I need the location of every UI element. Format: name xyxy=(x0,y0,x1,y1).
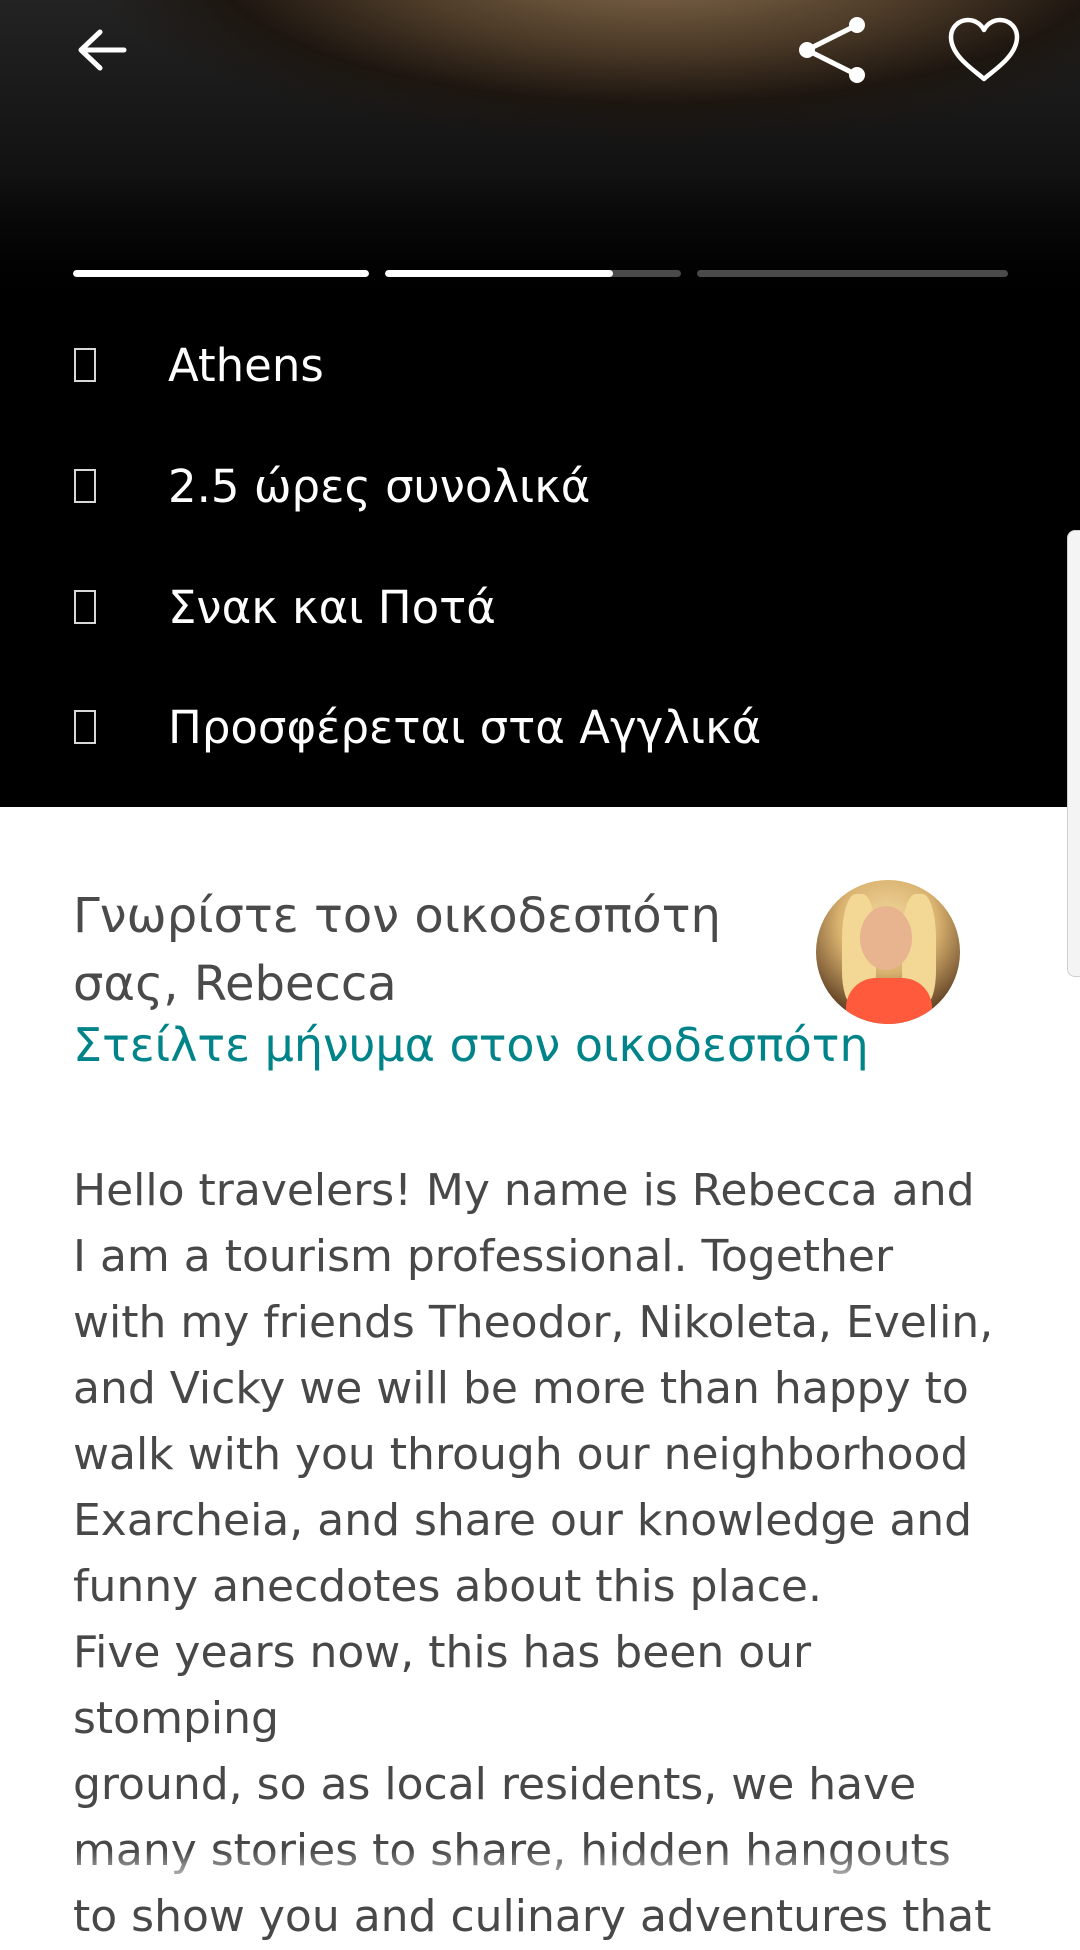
info-location-text: Athens xyxy=(168,338,324,392)
bio-line: Hello travelers! My name is Rebecca and xyxy=(73,1165,975,1216)
bottom-fade xyxy=(0,1850,1080,1895)
story-progress-bar-2 xyxy=(385,270,681,277)
host-bio: Hello travelers! My name is Rebecca and … xyxy=(73,1158,1013,1950)
info-language-text: Προσφέρεται στα Αγγλικά xyxy=(168,700,762,754)
back-arrow-icon[interactable] xyxy=(62,10,142,90)
heart-icon[interactable] xyxy=(944,10,1024,90)
host-heading-line-1: Γνωρίστε τον οικοδεσπότη xyxy=(73,888,721,944)
bio-paragraph-1: Hello travelers! My name is Rebecca and … xyxy=(73,1158,1013,1620)
story-progress-bar-3 xyxy=(697,270,1008,277)
info-row-language: Προσφέρεται στα Αγγλικά xyxy=(0,692,1080,762)
hero-photo xyxy=(0,0,1080,310)
scrollbar-thumb[interactable] xyxy=(1067,530,1080,977)
food-icon xyxy=(74,590,96,624)
info-row-duration: 2.5 ώρες συνολικά xyxy=(0,451,1080,521)
story-progress-fill xyxy=(73,270,369,277)
hero-section: Athens 2.5 ώρες συνολικά Σνακ και Ποτά Π… xyxy=(0,0,1080,807)
location-icon xyxy=(74,348,96,382)
story-progress-fill xyxy=(385,270,613,277)
info-food-text: Σνακ και Ποτά xyxy=(168,580,496,634)
bio-line: and Vicky we will be more than happy to xyxy=(73,1363,969,1414)
bio-paragraph-2: Five years now, this has been our stompi… xyxy=(73,1620,1013,1950)
info-duration-text: 2.5 ώρες συνολικά xyxy=(168,459,591,513)
host-avatar[interactable] xyxy=(816,880,960,1024)
host-heading: Γνωρίστε τον οικοδεσπότη σας, Rebecca xyxy=(73,882,773,1018)
bio-line: Exarcheia, and share our knowledge and xyxy=(73,1495,973,1546)
info-row-food: Σνακ και Ποτά xyxy=(0,572,1080,642)
message-host-link[interactable]: Στείλτε μήνυμα στον οικοδεσπότη xyxy=(73,1018,869,1072)
bio-line: Five years now, this has been our stompi… xyxy=(73,1627,812,1744)
info-row-location: Athens xyxy=(0,330,1080,400)
avatar-face xyxy=(860,906,912,970)
share-icon[interactable] xyxy=(793,10,873,90)
language-icon xyxy=(74,710,96,744)
bio-line: to show you and culinary adventures that xyxy=(73,1891,992,1942)
bio-line: funny anecdotes about this place. xyxy=(73,1561,822,1612)
bio-line: ground, so as local residents, we have xyxy=(73,1759,917,1810)
bio-line: walk with you through our neighborhood xyxy=(73,1429,969,1480)
story-progress-bar-1 xyxy=(73,270,369,277)
bio-line: I am a tourism professional. Together xyxy=(73,1231,894,1282)
bio-line: with my friends Theodor, Nikoleta, Eveli… xyxy=(73,1297,994,1348)
host-heading-line-2: σας, Rebecca xyxy=(73,956,397,1012)
clock-icon xyxy=(74,469,96,503)
